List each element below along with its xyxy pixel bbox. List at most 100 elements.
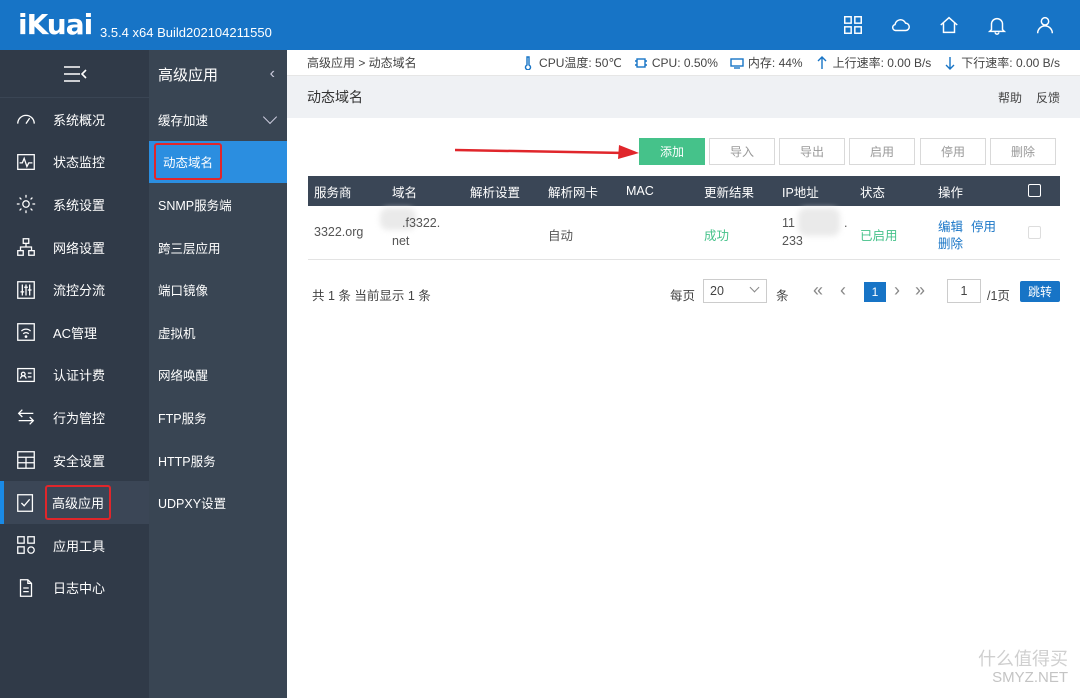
cell-ip-line1-end: . [844,216,848,230]
per-page-unit: 条 [776,289,789,303]
select-all-checkbox[interactable] [1028,184,1041,197]
nav-item-logs[interactable]: 日志中心 [0,567,149,610]
cloud-icon[interactable] [888,12,914,38]
col-ip: IP地址 [782,185,819,200]
cell-provider: 3322.org [314,225,364,239]
collapse-chevron-icon[interactable]: ‹ [270,65,275,83]
col-status: 状态 [860,185,886,200]
nav-item-security[interactable]: 安全设置 [0,439,149,482]
delete-link[interactable]: 删除 [938,233,963,252]
export-button[interactable]: 导出 [779,138,845,165]
disable-button[interactable]: 停用 [920,138,986,165]
nav-item-monitor[interactable]: 状态监控 [0,141,149,184]
add-button[interactable]: 添加 [639,138,705,165]
menu-toggle-button[interactable] [0,50,149,98]
per-page-label: 每页 [670,289,696,303]
nav-label: 系统设置 [53,197,106,213]
nav-item-system-settings[interactable]: 系统设置 [0,183,149,226]
mem-value: 内存: 44% [747,56,803,70]
first-page-icon[interactable]: « [813,280,823,301]
disable-link[interactable]: 停用 [971,216,996,235]
jump-button[interactable]: 跳转 [1020,281,1060,302]
nav-item-tools[interactable]: 应用工具 [0,524,149,567]
nav-item-auth-billing[interactable]: 认证计费 [0,354,149,397]
subnav-label: 端口镜像 [158,284,209,299]
bell-icon[interactable] [984,12,1010,38]
feedback-link[interactable]: 反馈 [1036,89,1060,106]
subnav-item-port-mirror[interactable]: 端口镜像 [149,268,287,311]
network-icon [17,238,35,256]
nav-label: 网络设置 [53,240,106,256]
total-pages: /1页 [987,289,1010,303]
subnav-label: 网络唤醒 [158,369,209,384]
main-content: 高级应用 > 动态域名 CPU温度: 50℃ CPU: 0.50% 内存: 44… [287,50,1080,698]
row-checkbox[interactable] [1028,226,1041,239]
sliders-icon [17,280,35,299]
home-icon[interactable] [936,12,962,38]
nav-item-advanced[interactable]: 高级应用 [0,481,149,524]
cpu-temp-stat: CPU温度: 50℃ [521,54,622,71]
top-icons [840,12,1058,38]
cpu-stat: CPU: 0.50% [634,54,718,71]
prev-page-icon[interactable]: ‹ [840,280,846,301]
nav-item-behavior-control[interactable]: 行为管控 [0,396,149,439]
ddns-table: 服务商 域名 解析设置 解析网卡 MAC 更新结果 IP地址 状态 操作 332… [308,176,1060,260]
subnav-item-wol[interactable]: 网络唤醒 [149,354,287,397]
subnav-item-udpxy[interactable]: UDPXY设置 [149,481,287,524]
help-link[interactable]: 帮助 [998,89,1022,106]
nav-item-network-settings[interactable]: 网络设置 [0,226,149,269]
next-page-icon[interactable]: › [894,280,900,301]
subnav-item-vm[interactable]: 虚拟机 [149,311,287,354]
last-page-icon[interactable]: » [915,280,925,301]
left-nav: 系统概况 状态监控 系统设置 网络设置 流控分流 AC管理 认证计费 行为管控 … [0,50,149,698]
annotation-arrow [455,145,639,159]
cpu-value: CPU: 0.50% [651,55,718,70]
subnav-item-snmp[interactable]: SNMP服务端 [149,183,287,226]
record-summary: 共 1 条 当前显示 1 条 [312,289,431,303]
import-button[interactable]: 导入 [709,138,775,165]
enable-button[interactable]: 启用 [849,138,915,165]
nav-item-flow-control[interactable]: 流控分流 [0,268,149,311]
grid-icon[interactable] [840,12,866,38]
nav-label: 日志中心 [53,581,106,597]
col-provider: 服务商 [314,185,352,200]
nav-label: 流控分流 [53,283,106,299]
per-page-select[interactable]: 20 [703,279,767,303]
current-page-button[interactable]: 1 [864,282,886,302]
chevron-down-icon [749,282,760,293]
subnav-item-ftp[interactable]: FTP服务 [149,396,287,439]
log-icon [19,578,33,597]
toolbar: 添加 导入 导出 启用 停用 删除 [287,138,1080,166]
nav-item-ac-management[interactable]: AC管理 [0,311,149,354]
col-resolve-setting: 解析设置 [470,185,521,200]
cell-ip-line1: 11 [782,216,795,230]
col-domain: 域名 [392,185,418,200]
col-nic: 解析网卡 [548,185,599,200]
nav-item-overview[interactable]: 系统概况 [0,98,149,141]
goto-value: 1 [960,284,968,298]
cell-ip-line2: 233 [782,234,803,248]
table-row: 3322.org .f3322. net 自动 成功 11 . 233 已启用 … [308,206,1060,260]
subnav-label: 动态域名 [154,143,223,181]
subnav-label: 虚拟机 [158,326,196,341]
goto-page-input[interactable]: 1 [947,279,981,303]
cell-status: 已启用 [860,229,898,243]
delete-button[interactable]: 删除 [990,138,1056,165]
subnav-label: FTP服务 [158,411,207,426]
watermark-site: SMYZ.NET [992,669,1068,686]
cell-domain-line2: net [392,234,410,248]
cpu-icon [634,57,647,68]
nav-label: 认证计费 [53,368,106,384]
status-bar: 高级应用 > 动态域名 CPU温度: 50℃ CPU: 0.50% 内存: 44… [287,50,1080,76]
subnav-header: 高级应用 ‹ [149,50,287,98]
user-icon[interactable] [1032,12,1058,38]
subnav-item-cache[interactable]: 缓存加速 [149,98,287,141]
menu-collapse-icon [63,65,87,82]
idcard-icon [17,367,35,382]
subnav-item-cross-layer[interactable]: 跨三层应用 [149,226,287,269]
subnav-item-ddns[interactable]: 动态域名 [149,140,287,184]
upload-stat: 上行速率: 0.00 B/s [815,54,931,71]
subnav-item-http[interactable]: HTTP服务 [149,439,287,482]
watermark: 什么值得买 SMYZ.NET [978,645,1068,686]
nav-label: 行为管控 [53,410,106,426]
